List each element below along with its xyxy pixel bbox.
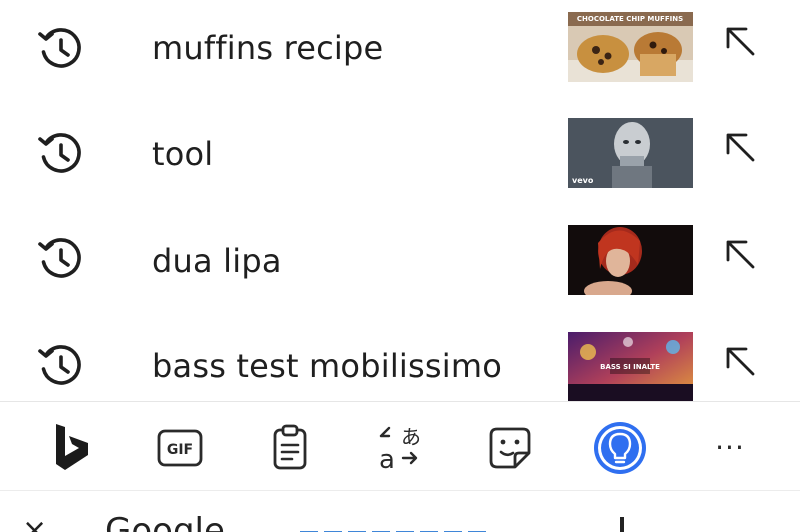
bing-logo-icon xyxy=(56,424,88,470)
svg-text:GIF: GIF xyxy=(167,442,193,458)
suggestion-thumbnail[interactable]: CHOCOLATE CHIP MUFFINS xyxy=(568,12,693,82)
insert-query-arrow-icon[interactable] xyxy=(722,129,758,165)
gif-icon: GIF xyxy=(157,429,203,467)
clipboard-button[interactable] xyxy=(262,420,318,476)
thumbnail-caption: CHOCOLATE CHIP MUFFINS xyxy=(577,15,683,23)
svg-text:あ: あ xyxy=(401,425,421,449)
history-icon xyxy=(38,28,81,68)
sticker-icon xyxy=(489,427,531,469)
suggestion-thumbnail[interactable]: BASS SI INALTE xyxy=(568,332,693,401)
keyboard-suggestion-strip: × Google xyxy=(0,491,800,532)
suggestion-text[interactable]: dua lipa xyxy=(152,242,282,280)
close-icon[interactable]: × xyxy=(22,513,47,532)
link-text-partial xyxy=(300,525,500,532)
thumbnail-caption: BASS SI INALTE xyxy=(600,363,660,371)
more-horizontal-icon: ··· xyxy=(715,431,745,464)
more-button[interactable]: ··· xyxy=(702,420,758,476)
insert-query-arrow-icon[interactable] xyxy=(722,343,758,379)
translate-button[interactable]: あ a xyxy=(372,420,428,476)
history-icon xyxy=(38,133,81,173)
suggestion-row[interactable]: dua lipa xyxy=(0,214,800,321)
suggestion-text[interactable]: tool xyxy=(152,135,213,173)
suggestion-row[interactable]: bass test mobilissimo BASS SI INALTE xyxy=(0,321,800,401)
lightbulb-icon xyxy=(594,422,646,474)
history-icon xyxy=(38,345,81,385)
suggestion-thumbnail[interactable]: vevo xyxy=(568,118,693,188)
suggestion-row[interactable]: muffins recipe CHOCOLATE CHIP MUFFINS xyxy=(0,0,800,107)
text-cursor xyxy=(620,517,624,532)
suggestion-thumbnail[interactable] xyxy=(568,225,693,295)
history-icon xyxy=(38,238,81,278)
svg-text:a: a xyxy=(379,445,395,472)
translate-icon: あ a xyxy=(379,425,421,472)
insert-query-arrow-icon[interactable] xyxy=(722,236,758,272)
thumbnail-caption: vevo xyxy=(572,176,594,185)
clipboard-icon xyxy=(273,424,307,470)
search-suggestion-list: muffins recipe CHOCOLATE CHIP MUFFINS to… xyxy=(0,0,800,401)
sticker-button[interactable] xyxy=(482,420,538,476)
suggestion-text[interactable]: muffins recipe xyxy=(152,29,383,67)
bing-button[interactable] xyxy=(44,420,100,476)
suggestion-word[interactable]: Google xyxy=(105,511,225,532)
suggestion-row[interactable]: tool vevo xyxy=(0,107,800,214)
gif-button[interactable]: GIF xyxy=(152,420,208,476)
ideas-button[interactable] xyxy=(592,420,648,476)
insert-query-arrow-icon[interactable] xyxy=(722,23,758,59)
suggestion-text[interactable]: bass test mobilissimo xyxy=(152,347,502,385)
keyboard-toolbar: GIF あ a ··· xyxy=(0,402,800,490)
